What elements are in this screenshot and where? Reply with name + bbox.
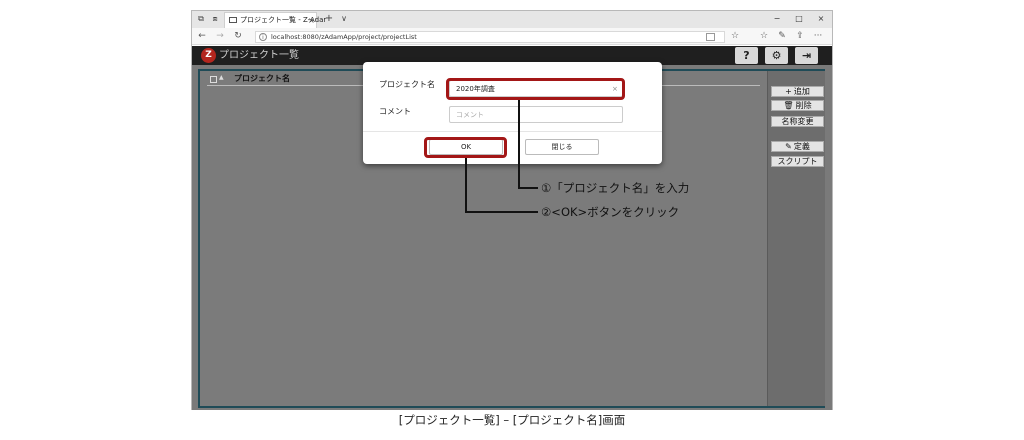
highlight-project-name [446, 78, 625, 100]
tab-list-icon[interactable]: ∨ [339, 14, 349, 24]
navigation-bar: ← → ↻ i localhost:8080/zAdamApp/project/… [192, 28, 832, 45]
favorite-star-icon[interactable]: ☆ [729, 31, 741, 42]
close-button[interactable]: 閉じる [525, 139, 599, 155]
close-window-icon[interactable]: × [814, 13, 828, 25]
plus-icon: + [785, 87, 792, 96]
callout-line-2-vertical [465, 158, 467, 213]
select-all-checkbox[interactable] [210, 76, 217, 83]
tab-close-icon[interactable]: × [308, 15, 315, 26]
browser-tab[interactable]: プロジェクト一覧 - Z-Adar × [224, 12, 326, 28]
address-bar[interactable]: i localhost:8080/zAdamApp/project/projec… [255, 31, 725, 43]
reading-view-icon[interactable] [706, 33, 715, 41]
minimize-icon[interactable]: − [770, 13, 784, 25]
add-button[interactable]: + 追加 [771, 86, 824, 97]
figure-caption: [プロジェクト一覧] – [プロジェクト名]画面 [398, 413, 626, 427]
delete-button[interactable]: 🗑 削除 [771, 100, 824, 111]
callout-line-1-horizontal [518, 187, 538, 189]
new-tab-icon[interactable]: + [324, 14, 334, 24]
favorites-bar-icon[interactable]: ☆ [758, 31, 770, 42]
comment-label: コメント [379, 107, 411, 116]
column-header-project-name[interactable]: プロジェクト名 [234, 73, 290, 85]
pen-icon[interactable]: ✎ [776, 31, 788, 42]
dialog-divider [363, 131, 662, 132]
sort-icon[interactable]: ▲ [219, 73, 224, 82]
rename-button-label: 名称変更 [781, 117, 814, 126]
comment-input[interactable]: コメント [449, 106, 623, 123]
more-icon[interactable]: ··· [812, 31, 824, 42]
edit-icon: ✎ [785, 142, 792, 151]
define-button[interactable]: ✎ 定義 [771, 141, 824, 152]
callout-line-2-horizontal [465, 211, 538, 213]
comment-placeholder: コメント [456, 111, 484, 119]
script-button[interactable]: スクリプト [771, 156, 824, 167]
callout-step-1: ①「プロジェクト名」を入力 [541, 181, 690, 195]
callout-step-2: ②<OK>ボタンをクリック [541, 205, 680, 219]
tab-aside-icon[interactable]: ⧈ [210, 14, 220, 24]
tab-actions-icon[interactable]: ⧉ [196, 14, 206, 24]
tab-bar: ⧉ ⧈ プロジェクト一覧 - Z-Adar × + ∨ − □ × [192, 11, 832, 28]
info-icon[interactable]: i [259, 33, 267, 41]
add-button-label: 追加 [793, 87, 810, 96]
delete-button-label: 削除 [795, 101, 812, 110]
trash-icon: 🗑 [783, 101, 794, 110]
define-button-label: 定義 [793, 142, 810, 151]
rename-button[interactable]: 名称変更 [771, 116, 824, 127]
page-icon [229, 17, 237, 23]
app-logo-icon: Z [201, 48, 216, 63]
action-sidebar: + 追加 🗑 削除 名称変更 ✎ 定義 スクリプト [767, 71, 825, 406]
script-button-label: スクリプト [777, 157, 818, 166]
forward-icon[interactable]: → [214, 31, 226, 42]
maximize-icon[interactable]: □ [792, 13, 806, 25]
url-text: localhost:8080/zAdamApp/project/projectL… [271, 33, 417, 41]
help-button[interactable]: ? [735, 47, 758, 64]
highlight-ok-button [424, 137, 507, 158]
refresh-icon[interactable]: ↻ [232, 31, 244, 42]
logout-button[interactable]: ⇥ [795, 47, 818, 64]
project-name-label: プロジェクト名 [379, 80, 435, 89]
settings-button[interactable]: ⚙ [765, 47, 788, 64]
share-icon[interactable]: ⇪ [794, 31, 806, 42]
page-title: プロジェクト一覧 [219, 50, 299, 61]
back-icon[interactable]: ← [196, 31, 208, 42]
callout-line-1-vertical [518, 100, 520, 189]
